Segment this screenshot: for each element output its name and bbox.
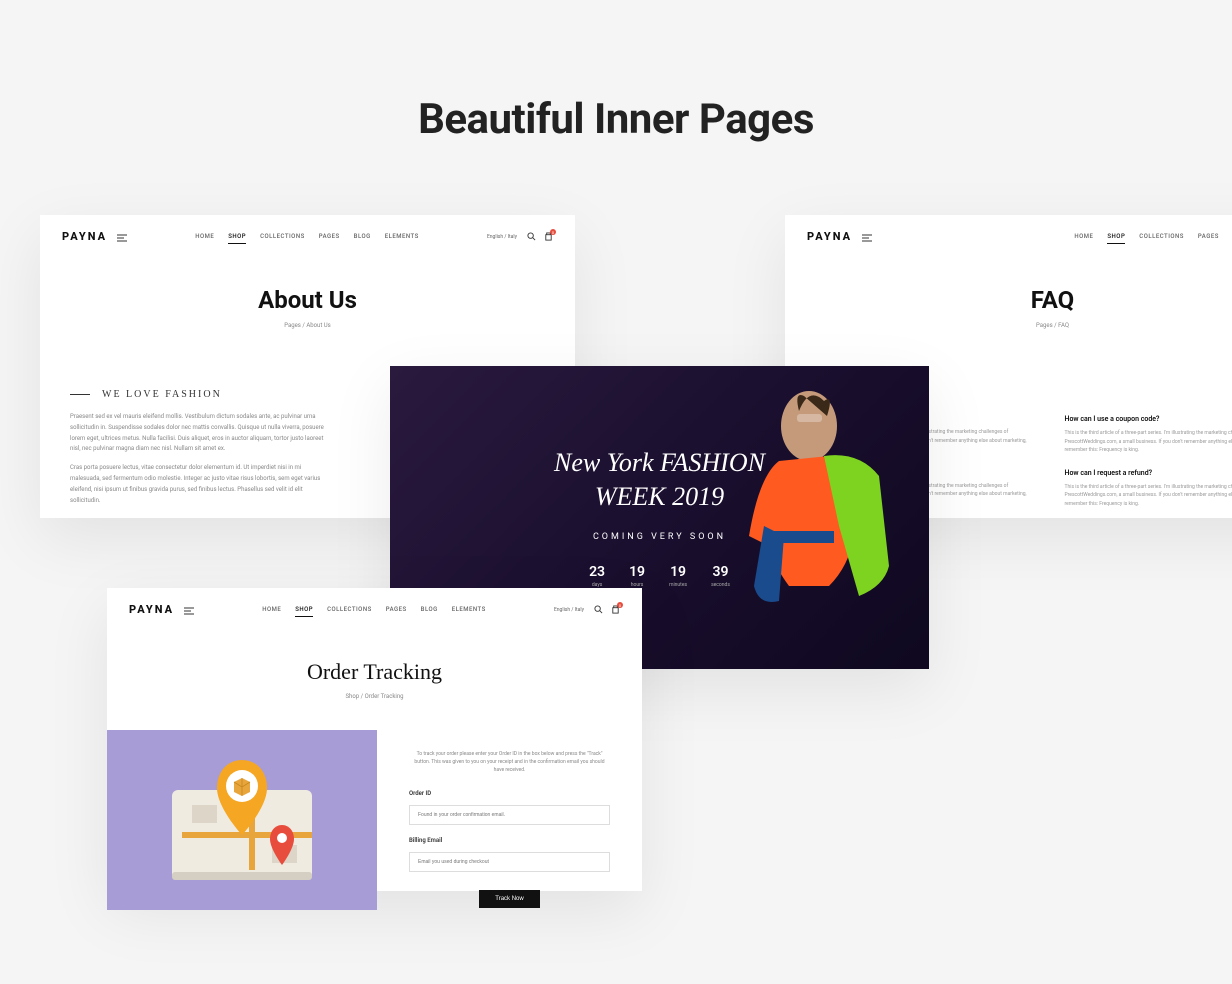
search-icon[interactable] — [594, 605, 603, 614]
breadcrumb[interactable]: Pages / About Us — [40, 322, 575, 329]
header-right: English / Italy 0 — [554, 605, 620, 614]
tracking-title: Order Tracking — [107, 659, 642, 685]
header: PAYNA HOME SHOP COLLECTIONS PAGES BLOG E… — [107, 588, 642, 631]
nav-collections[interactable]: COLLECTIONS — [1139, 233, 1184, 240]
nav-home[interactable]: HOME — [1074, 233, 1093, 240]
breadcrumb[interactable]: Pages / FAQ — [785, 322, 1232, 329]
nav-pages[interactable]: PAGES — [386, 606, 407, 613]
page-main-title: Beautiful Inner Pages — [0, 0, 1232, 144]
header-right: English / Italy 0 — [487, 232, 553, 241]
header: PAYNA HOME SHOP COLLECTIONS PAGES BLOG E… — [40, 215, 575, 258]
nav-shop[interactable]: SHOP — [1107, 233, 1125, 240]
nav-blog[interactable]: BLOG — [354, 233, 371, 240]
nav-elements[interactable]: ELEMENTS — [385, 233, 419, 240]
cart-badge: 0 — [550, 229, 556, 235]
cart-icon[interactable]: 0 — [611, 605, 620, 614]
nav: HOME SHOP COLLECTIONS PAGES BLOG ELEMENT… — [262, 606, 486, 613]
track-button[interactable]: Track Now — [479, 890, 539, 908]
tracking-body: To track your order please enter your Or… — [107, 730, 642, 910]
order-id-label: Order ID — [409, 790, 610, 797]
fashion-content: New York FASHION WEEK 2019 COMING VERY S… — [390, 366, 929, 588]
fashion-title-1: New York FASHION — [390, 446, 929, 480]
about-para2: Cras porta posuere lectus, vitae consect… — [70, 463, 330, 506]
faq-question: How can I request a refund? — [1065, 469, 1232, 477]
nav-shop[interactable]: SHOP — [228, 233, 246, 240]
nav-home[interactable]: HOME — [195, 233, 214, 240]
cart-badge: 0 — [617, 602, 623, 608]
breadcrumb[interactable]: Shop / Order Tracking — [107, 693, 642, 700]
countdown-days: 23days — [589, 564, 605, 588]
nav-elements[interactable]: ELEMENTS — [452, 606, 486, 613]
email-label: Billing Email — [409, 837, 610, 844]
faq-answer: This is the third article of a three-par… — [1065, 483, 1232, 509]
logo[interactable]: PAYNA — [62, 230, 107, 243]
menu-icon[interactable] — [862, 227, 872, 246]
nav-home[interactable]: HOME — [262, 606, 281, 613]
tracking-form: To track your order please enter your Or… — [377, 730, 642, 910]
language-switch[interactable]: English / Italy — [487, 234, 517, 240]
email-input[interactable] — [409, 852, 610, 872]
header: PAYNA HOME SHOP COLLECTIONS PAGES BLOG E… — [785, 215, 1232, 258]
about-title: About Us — [40, 286, 575, 314]
form-intro: To track your order please enter your Or… — [409, 750, 610, 774]
nav-collections[interactable]: COLLECTIONS — [327, 606, 372, 613]
faq-title: FAQ — [785, 286, 1232, 314]
countdown-hours: 19hours — [629, 564, 645, 588]
logo[interactable]: PAYNA — [807, 230, 852, 243]
about-para1: Praesent sed ex vel mauris eleifend moll… — [70, 412, 330, 455]
order-tracking-preview: PAYNA HOME SHOP COLLECTIONS PAGES BLOG E… — [107, 588, 642, 891]
nav: HOME SHOP COLLECTIONS PAGES BLOG ELEMENT… — [1074, 233, 1232, 240]
fashion-subtitle: COMING VERY SOON — [390, 532, 929, 542]
faq-answer: This is the third article of a three-par… — [1065, 429, 1232, 455]
nav-pages[interactable]: PAGES — [319, 233, 340, 240]
tracking-illustration — [107, 730, 377, 910]
nav-shop[interactable]: SHOP — [295, 606, 313, 613]
countdown: 23days 19hours 19minutes 39seconds — [390, 564, 929, 588]
menu-icon[interactable] — [184, 600, 194, 619]
countdown-minutes: 19minutes — [669, 564, 687, 588]
menu-icon[interactable] — [117, 227, 127, 246]
language-switch[interactable]: English / Italy — [554, 607, 584, 613]
faq-question: How can I use a coupon code? — [1065, 415, 1232, 423]
fashion-title-2: WEEK 2019 — [390, 480, 929, 514]
nav-blog[interactable]: BLOG — [421, 606, 438, 613]
nav-pages[interactable]: PAGES — [1198, 233, 1219, 240]
logo[interactable]: PAYNA — [129, 603, 174, 616]
order-id-input[interactable] — [409, 805, 610, 825]
countdown-seconds: 39seconds — [711, 564, 730, 588]
nav: HOME SHOP COLLECTIONS PAGES BLOG ELEMENT… — [195, 233, 419, 240]
nav-collections[interactable]: COLLECTIONS — [260, 233, 305, 240]
search-icon[interactable] — [527, 232, 536, 241]
cart-icon[interactable]: 0 — [544, 232, 553, 241]
